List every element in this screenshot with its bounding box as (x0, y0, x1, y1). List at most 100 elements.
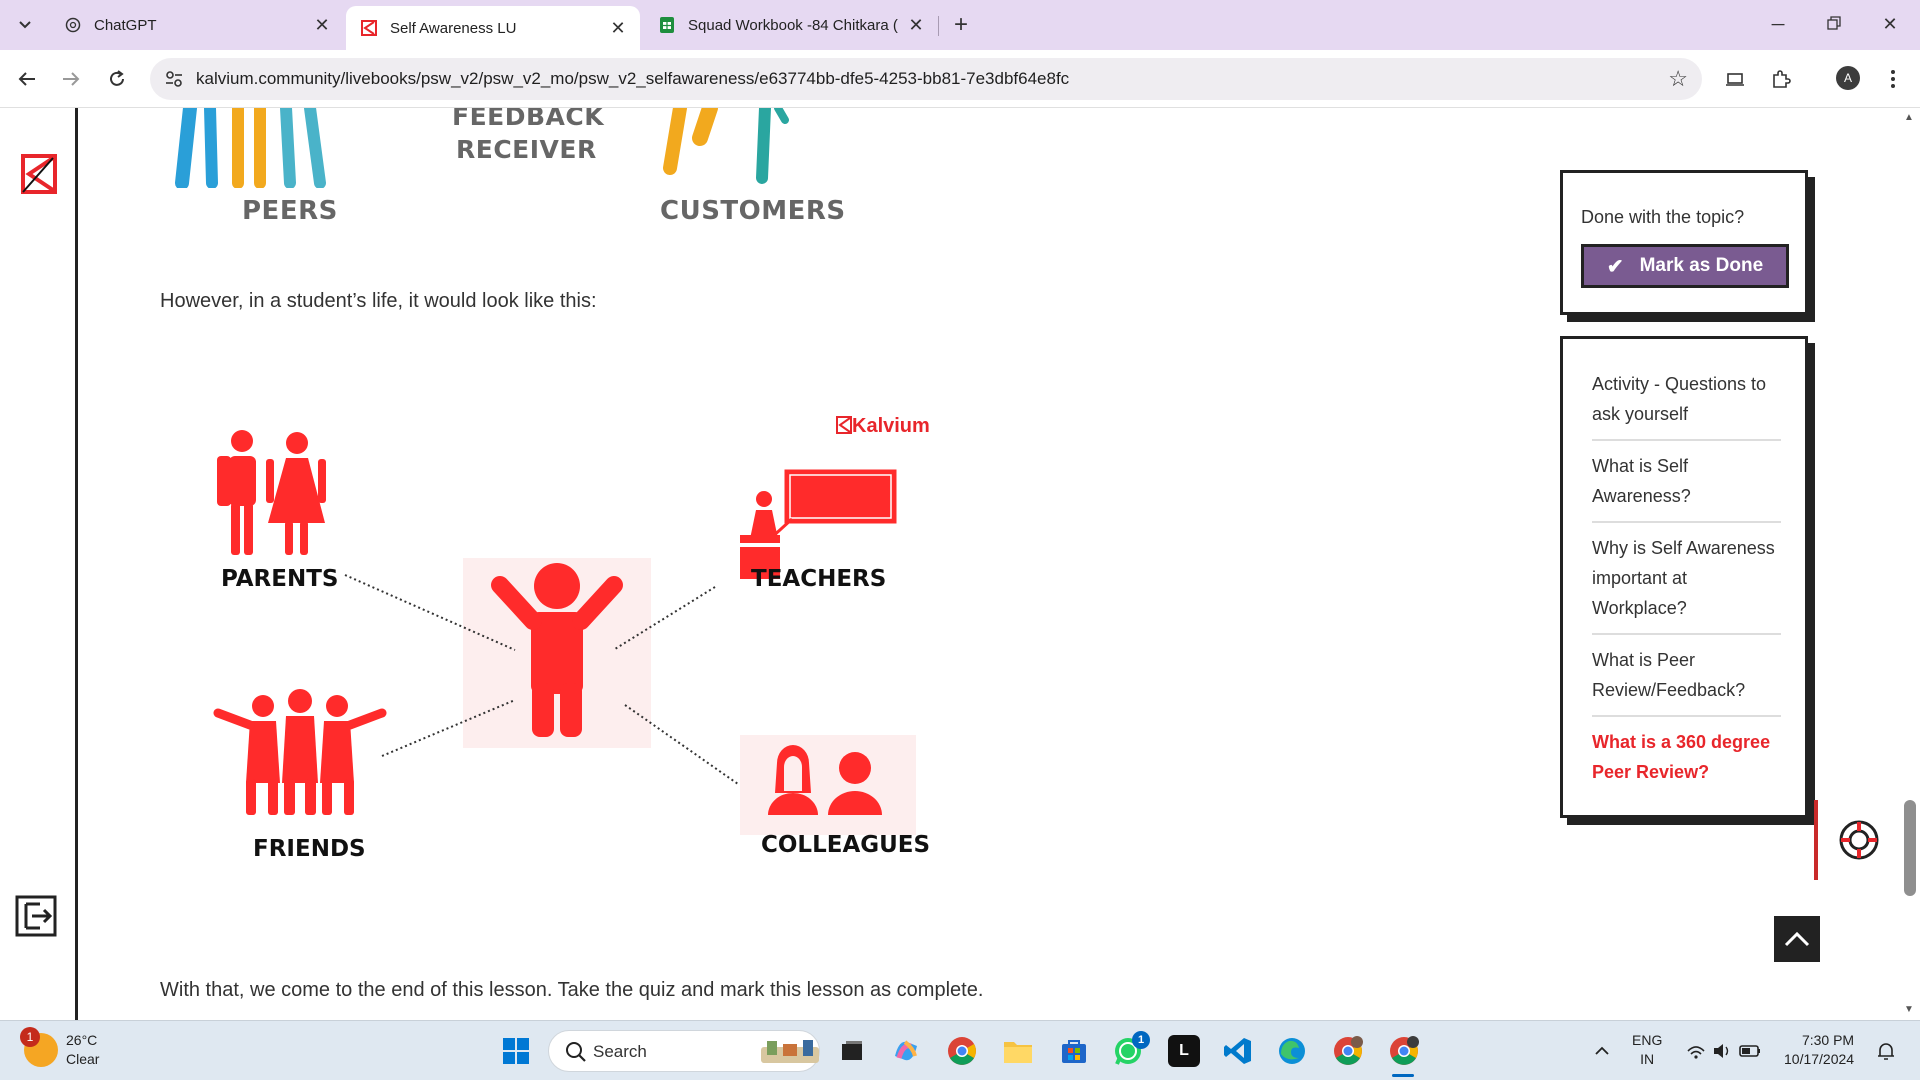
taskbar-search[interactable]: Search (548, 1030, 820, 1072)
chevron-up-icon (1595, 1046, 1609, 1055)
teachers-label: TEACHERS (751, 566, 887, 592)
chevron-down-icon (19, 21, 31, 29)
site-settings-icon[interactable] (164, 69, 184, 89)
chatgpt-icon (64, 16, 82, 34)
chrome-profile-2-button[interactable] (1388, 1035, 1420, 1067)
back-button[interactable] (12, 64, 42, 94)
table-of-contents-card: Activity - Questions to ask yourself What… (1560, 336, 1808, 818)
table-of-contents: Activity - Questions to ask yourself What… (1592, 369, 1781, 797)
chrome-taskbar-button[interactable] (946, 1035, 978, 1067)
weather-temp: 26°C (66, 1032, 98, 1048)
toc-item-self-awareness[interactable]: What is Self Awareness? (1592, 441, 1781, 523)
weather-sun-icon: 1 (20, 1027, 58, 1067)
tab-squad-workbook[interactable]: Squad Workbook -84 Chitkara ( ✕ (644, 6, 938, 44)
receiver-label: RECEIVER (456, 135, 597, 164)
bell-icon (1878, 1043, 1894, 1060)
edge-icon (1279, 1038, 1305, 1064)
kalvium-icon (360, 19, 378, 37)
quick-settings-button[interactable] (1680, 1035, 1768, 1067)
lesson-page: PEERS FEEDBACK RECEIVER CUSTOMERS Howeve… (0, 108, 1900, 1020)
bookmark-star-icon[interactable]: ☆ (1668, 66, 1688, 92)
store-icon (1062, 1040, 1086, 1063)
close-tab-icon[interactable]: ✕ (906, 15, 926, 36)
taskview-icon (842, 1041, 862, 1060)
minimize-button[interactable]: ─ (1756, 8, 1800, 40)
copilot-button[interactable] (890, 1035, 922, 1067)
extensions-button[interactable] (1766, 64, 1796, 94)
page-scrollbar[interactable]: ▲ ▼ (1900, 108, 1920, 1020)
profile-avatar[interactable]: A (1836, 66, 1860, 90)
friends-label: FRIENDS (253, 836, 366, 862)
parents-label: PARENTS (221, 566, 339, 592)
customers-label: CUSTOMERS (660, 196, 846, 226)
copilot-icon (895, 1040, 917, 1061)
colleagues-label: COLLEAGUES (761, 832, 931, 858)
vscode-icon (1224, 1038, 1251, 1064)
toc-item-peer-review[interactable]: What is Peer Review/Feedback? (1592, 635, 1781, 717)
show-hidden-icons-button[interactable] (1586, 1035, 1618, 1067)
tab-title: ChatGPT (94, 16, 157, 34)
weather-condition: Clear (66, 1051, 100, 1067)
intro-paragraph: However, in a student’s life, it would l… (160, 290, 597, 312)
reload-button[interactable] (102, 64, 132, 94)
restore-button[interactable] (1812, 8, 1856, 40)
lifebuoy-icon (1839, 820, 1879, 860)
edge-button[interactable] (1276, 1035, 1308, 1067)
clock[interactable]: 7:30 PM 10/17/2024 (1784, 1031, 1854, 1069)
peers-label: PEERS (242, 196, 338, 226)
forward-button[interactable] (56, 64, 86, 94)
outro-paragraph: With that, we come to the end of this le… (160, 979, 984, 1001)
file-explorer-button[interactable] (1002, 1035, 1034, 1067)
notifications-button[interactable] (1870, 1035, 1902, 1067)
cast-icon (1726, 73, 1744, 86)
tab-separator (938, 16, 939, 36)
weather-widget[interactable]: 1 26°C Clear (20, 1027, 100, 1069)
close-tab-icon[interactable]: ✕ (312, 15, 332, 36)
mark-as-done-label: Mark as Done (1639, 255, 1764, 276)
chrome-profile-1-button[interactable] (1332, 1035, 1364, 1067)
cast-button[interactable] (1720, 64, 1750, 94)
kalvium-logo-icon[interactable] (21, 154, 57, 194)
checkmark-icon: ✔ (1606, 255, 1624, 278)
address-bar[interactable]: kalvium.community/livebooks/psw_v2/psw_v… (150, 58, 1702, 100)
chrome-icon (1334, 1036, 1363, 1065)
toc-item-activity[interactable]: Activity - Questions to ask yourself (1592, 369, 1781, 441)
mark-as-done-button[interactable]: ✔ Mark as Done (1581, 244, 1789, 288)
tab-chatgpt[interactable]: ChatGPT ✕ (50, 6, 344, 44)
browser-menu-button[interactable] (1878, 64, 1908, 94)
scroll-to-top-button[interactable] (1774, 916, 1820, 962)
close-tab-icon[interactable]: ✕ (608, 18, 628, 39)
l-app-icon: L (1179, 1042, 1189, 1059)
url-text: kalvium.community/livebooks/psw_v2/psw_v… (196, 69, 1070, 88)
whatsapp-button[interactable]: 1 (1112, 1031, 1150, 1067)
parents-figure (217, 430, 326, 555)
scroll-down-arrow[interactable]: ▼ (1904, 1004, 1914, 1015)
network-volume-battery-icons (1687, 1044, 1760, 1059)
search-icon (566, 1042, 586, 1062)
taskview-button[interactable] (836, 1035, 868, 1067)
whatsapp-badge: 1 (1132, 1031, 1150, 1049)
sheets-icon (658, 16, 676, 34)
left-rail (0, 108, 78, 1020)
l-app-button[interactable]: L (1168, 1035, 1200, 1067)
tab-search-button[interactable] (10, 11, 40, 39)
close-window-button[interactable]: ✕ (1868, 8, 1912, 40)
new-tab-button[interactable]: + (946, 10, 976, 40)
start-button[interactable] (500, 1035, 532, 1067)
teacher-figure (740, 469, 897, 579)
chevron-up-icon (1784, 931, 1810, 947)
store-button[interactable] (1058, 1035, 1090, 1067)
help-button[interactable] (1814, 800, 1900, 880)
puzzle-icon (1773, 70, 1791, 88)
scrollbar-thumb[interactable] (1904, 800, 1916, 896)
vscode-button[interactable] (1222, 1035, 1254, 1067)
exit-icon[interactable] (14, 894, 58, 938)
tab-self-awareness[interactable]: Self Awareness LU ✕ (346, 6, 640, 50)
diagram-artwork (213, 430, 916, 835)
toc-item-importance[interactable]: Why is Self Awareness important at Workpla… (1592, 523, 1781, 635)
scroll-up-arrow[interactable]: ▲ (1904, 112, 1914, 123)
more-vertical-icon (1891, 70, 1895, 88)
language-indicator[interactable]: ENG IN (1632, 1031, 1662, 1069)
toc-item-360-review[interactable]: What is a 360 degree Peer Review? (1592, 717, 1781, 797)
arrow-right-icon (63, 72, 80, 86)
